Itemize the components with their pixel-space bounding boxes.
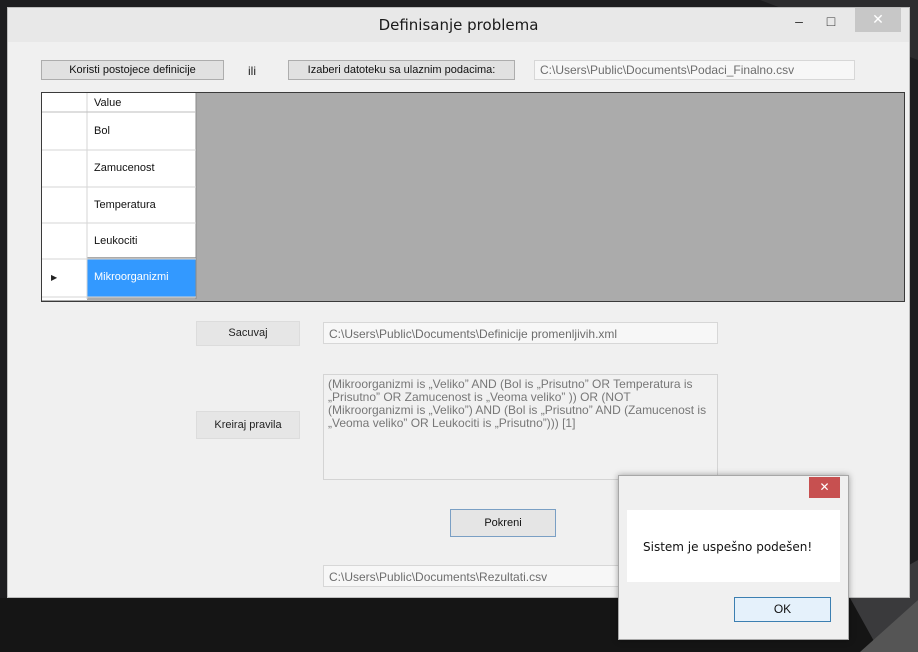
grid-row-temperatura[interactable]: Temperatura: [90, 199, 156, 211]
grid-row-zamucenost[interactable]: Zamucenost: [90, 162, 155, 174]
or-label: ili: [248, 64, 256, 78]
grid-lines: [42, 93, 197, 300]
title-bar: Definisanje problema – □ ✕: [8, 8, 909, 42]
minimize-button[interactable]: –: [785, 11, 813, 33]
grid-column-header-value[interactable]: Value: [90, 97, 121, 109]
close-button[interactable]: ✕: [855, 8, 901, 32]
definitions-path-field[interactable]: C:\Users\Public\Documents\Definicije pro…: [323, 322, 718, 344]
results-path-field[interactable]: C:\Users\Public\Documents\Rezultati.csv: [323, 565, 623, 587]
run-button[interactable]: Pokreni: [450, 509, 556, 537]
use-existing-definitions-button[interactable]: Koristi postojece definicije: [41, 60, 224, 80]
choose-input-file-button[interactable]: Izaberi datoteku sa ulaznim podacima:: [288, 60, 515, 80]
grid-row-leukociti[interactable]: Leukociti: [90, 235, 137, 247]
rules-textarea[interactable]: (Mikroorganizmi is „Veliko” AND (Bol is …: [323, 374, 718, 480]
window-title: Definisanje problema: [378, 16, 539, 34]
message-dialog: ✕ Sistem je uspešno podešen! OK: [618, 475, 849, 640]
current-row-indicator-icon: ▶: [51, 273, 58, 282]
input-file-path-field[interactable]: C:\Users\Public\Documents\Podaci_Finalno…: [534, 60, 855, 80]
save-button[interactable]: Sacuvaj: [196, 321, 300, 346]
ok-button[interactable]: OK: [734, 597, 831, 622]
create-rules-button[interactable]: Kreiraj pravila: [196, 411, 300, 439]
grid-row-mikroorganizmi[interactable]: Mikroorganizmi: [90, 271, 169, 283]
maximize-button[interactable]: □: [817, 11, 845, 33]
dialog-close-button[interactable]: ✕: [809, 477, 840, 498]
dialog-body: Sistem je uspešno podešen!: [627, 510, 840, 582]
grid-row-bol[interactable]: Bol: [90, 125, 110, 137]
dialog-message: Sistem je uspešno podešen!: [643, 540, 813, 554]
variables-grid[interactable]: Value Bol Zamucenost Temperatura Leukoci…: [41, 92, 905, 302]
